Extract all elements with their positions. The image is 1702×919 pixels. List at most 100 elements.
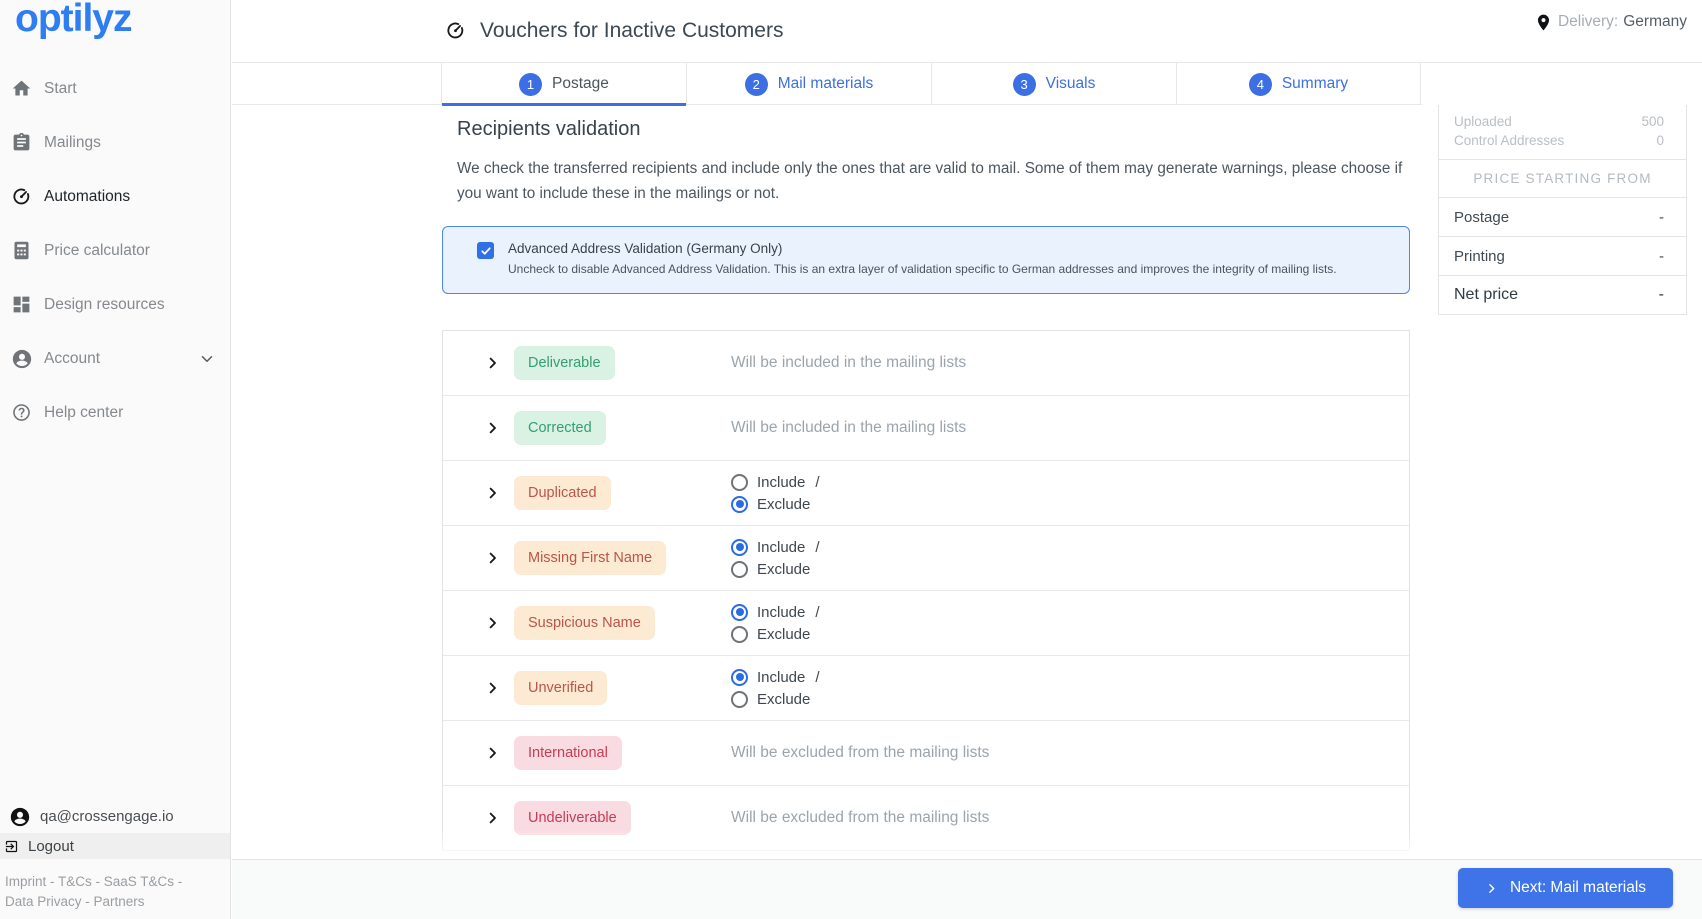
sidebar-item-help-center[interactable]: Help center xyxy=(0,386,230,440)
price-value: - xyxy=(1659,208,1664,226)
next-step-label: Next: Mail materials xyxy=(1509,879,1647,896)
stat-label: Uploaded xyxy=(1454,114,1512,129)
exclude-radio-button[interactable] xyxy=(731,560,748,578)
validation-row-international: International Will be excluded from the … xyxy=(443,721,1409,786)
price-label: Postage xyxy=(1454,208,1510,226)
price-summary-panel: Uploaded 500 Control Addresses 0 PRICE S… xyxy=(1438,105,1687,315)
chevron-down-icon xyxy=(198,350,216,368)
legal-links[interactable]: Imprint - T&Cs - SaaS T&Cs - Data Privac… xyxy=(5,872,182,912)
category-status: Will be included in the mailing lists xyxy=(731,419,966,437)
sidebar-item-design-resources[interactable]: Design resources xyxy=(0,278,230,332)
price-value: - xyxy=(1658,286,1664,303)
delivery-label: Delivery: xyxy=(1557,13,1619,30)
category-badge: International xyxy=(514,736,622,770)
advanced-validation-checkbox[interactable] xyxy=(477,242,494,259)
category-status: Will be included in the mailing lists xyxy=(731,354,966,372)
tab-number-badge: 4 xyxy=(1248,72,1272,96)
category-badge: Deliverable xyxy=(514,346,615,380)
validation-row-suspicious-name: Suspicious Name Include / Exclude xyxy=(443,591,1409,656)
legal-line-1[interactable]: Imprint - T&Cs - SaaS T&Cs - xyxy=(5,872,182,892)
exclude-radio-button[interactable] xyxy=(731,690,748,708)
price-label: Net price xyxy=(1454,286,1519,303)
option-separator: / xyxy=(815,473,820,491)
home-icon xyxy=(11,78,33,100)
status-text: Will be included in the mailing lists xyxy=(731,419,967,436)
category-badge: Unverified xyxy=(514,671,608,705)
include-radio-button[interactable] xyxy=(731,668,748,686)
tab-label: Summary xyxy=(1281,75,1349,92)
exclude-radio-label: Exclude xyxy=(757,495,811,513)
include-radio-label: Include xyxy=(757,603,806,621)
optilyz-logo[interactable]: optilyz xyxy=(15,0,132,42)
stat-row: Control Addresses 0 xyxy=(1454,131,1664,150)
validation-row-unverified: Unverified Include / Exclude xyxy=(443,656,1409,721)
tab-number-badge: 2 xyxy=(744,72,768,96)
status-text: Will be excluded from the mailing lists xyxy=(731,809,990,826)
include-radio-label: Include xyxy=(757,538,806,556)
exclude-radio-option[interactable]: Exclude xyxy=(731,689,820,709)
include-radio-label: Include xyxy=(757,473,806,491)
next-step-button[interactable]: Next: Mail materials xyxy=(1458,868,1673,908)
include-radio-button[interactable] xyxy=(731,603,748,621)
tab-summary[interactable]: 4 Summary xyxy=(1176,63,1421,105)
exclude-radio-button[interactable] xyxy=(731,625,748,643)
category-badge: Corrected xyxy=(514,411,606,445)
section-heading: Recipients validation xyxy=(457,118,641,140)
step-tabs: 1 Postage 2 Mail materials 3 Visuals 4 S… xyxy=(441,63,1421,106)
automation-timer-icon xyxy=(445,20,468,43)
logout-label: Logout xyxy=(28,837,74,855)
sidebar-item-account[interactable]: Account xyxy=(0,332,230,386)
tab-postage[interactable]: 1 Postage xyxy=(441,63,686,106)
price-value: - xyxy=(1659,247,1664,265)
advanced-validation-description: Uncheck to disable Advanced Address Vali… xyxy=(508,262,1337,276)
price-header: PRICE STARTING FROM xyxy=(1439,159,1686,198)
advanced-validation-box: Advanced Address Validation (Germany Onl… xyxy=(442,226,1410,294)
expand-chevron-icon[interactable] xyxy=(485,356,500,371)
include-radio-option[interactable]: Include / xyxy=(731,537,820,557)
option-separator: / xyxy=(815,603,820,621)
exclude-radio-label: Exclude xyxy=(757,560,811,578)
tab-mail-materials[interactable]: 2 Mail materials xyxy=(686,63,931,105)
category-badge: Suspicious Name xyxy=(514,606,655,640)
category-badge: Missing First Name xyxy=(514,541,667,575)
include-radio-option[interactable]: Include / xyxy=(731,472,820,492)
expand-chevron-icon[interactable] xyxy=(485,746,500,761)
sidebar-item-price-calculator[interactable]: Price calculator xyxy=(0,224,230,278)
sidebar-item-start[interactable]: Start xyxy=(0,62,230,116)
expand-chevron-icon[interactable] xyxy=(485,551,500,566)
tab-label: Mail materials xyxy=(777,75,874,92)
exclude-radio-option[interactable]: Exclude xyxy=(731,624,820,644)
logout-icon xyxy=(4,839,19,854)
include-radio-option[interactable]: Include / xyxy=(731,602,820,622)
delivery-indicator: Delivery: Germany xyxy=(1534,0,1687,44)
tab-number-badge: 1 xyxy=(519,72,543,96)
include-radio-label: Include xyxy=(757,668,806,686)
logout-button[interactable]: Logout xyxy=(0,833,230,859)
tab-visuals[interactable]: 3 Visuals xyxy=(931,63,1176,105)
expand-chevron-icon[interactable] xyxy=(485,681,500,696)
legal-line-2[interactable]: Data Privacy - Partners xyxy=(5,892,182,912)
expand-chevron-icon[interactable] xyxy=(485,486,500,501)
expand-chevron-icon[interactable] xyxy=(485,616,500,631)
include-radio-option[interactable]: Include / xyxy=(731,667,820,687)
category-badge: Undeliverable xyxy=(514,801,631,835)
exclude-radio-option[interactable]: Exclude xyxy=(731,559,820,579)
include-radio-button[interactable] xyxy=(731,538,748,556)
delivery-value: Germany xyxy=(1623,13,1687,30)
sidebar-item-automations[interactable]: Automations xyxy=(0,170,230,224)
include-exclude-radio-group: Include / Exclude xyxy=(731,667,820,709)
user-account-row[interactable]: qa@crossengage.io xyxy=(0,800,230,832)
user-avatar-icon xyxy=(9,806,30,827)
expand-chevron-icon[interactable] xyxy=(485,421,500,436)
validation-row-duplicated: Duplicated Include / Exclude xyxy=(443,461,1409,526)
exclude-radio-option[interactable]: Exclude xyxy=(731,494,820,514)
exclude-radio-button[interactable] xyxy=(731,495,748,513)
sidebar: optilyz Start Mailings Automations Price… xyxy=(0,0,231,919)
recipient-stats: Uploaded 500 Control Addresses 0 xyxy=(1439,105,1686,159)
sidebar-item-mailings[interactable]: Mailings xyxy=(0,116,230,170)
tab-number-badge: 3 xyxy=(1012,72,1036,96)
include-radio-button[interactable] xyxy=(731,473,748,491)
expand-chevron-icon[interactable] xyxy=(485,811,500,826)
page-title: Vouchers for Inactive Customers xyxy=(480,19,784,42)
price-label: Printing xyxy=(1454,247,1505,265)
